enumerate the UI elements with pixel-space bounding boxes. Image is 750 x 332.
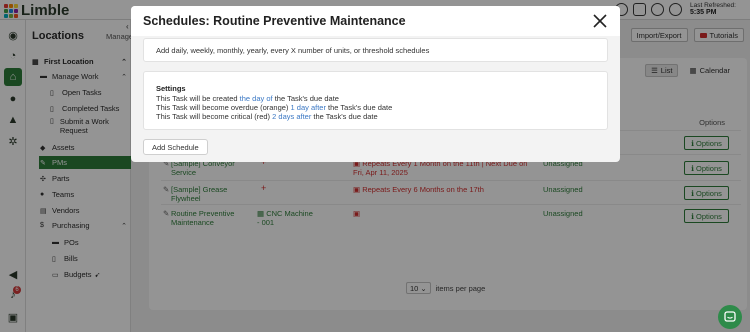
setting-text: the Task's due date bbox=[272, 94, 339, 103]
chat-button[interactable] bbox=[718, 305, 742, 329]
setting-overdue: This Task will become overdue (orange) 1… bbox=[156, 103, 392, 112]
overdue-timing-link[interactable]: 1 day after bbox=[291, 103, 326, 112]
setting-text: the Task's due date bbox=[325, 103, 393, 112]
setting-text: This Task will become critical (red) bbox=[156, 112, 273, 121]
created-timing-link[interactable]: the day of bbox=[240, 94, 273, 103]
setting-created: This Task will be created the day of the… bbox=[156, 94, 339, 103]
setting-text: This Task will be created bbox=[156, 94, 240, 103]
description-box: Add daily, weekly, monthly, yearly, ever… bbox=[143, 38, 608, 62]
setting-text: This Task will become overdue (orange) bbox=[156, 103, 291, 112]
close-icon[interactable] bbox=[592, 13, 608, 29]
modal-header: Schedules: Routine Preventive Maintenanc… bbox=[131, 6, 620, 36]
setting-text: the Task's due date bbox=[311, 112, 378, 121]
modal-description: Add daily, weekly, monthly, yearly, ever… bbox=[156, 46, 430, 55]
schedules-modal: Schedules: Routine Preventive Maintenanc… bbox=[131, 6, 620, 162]
settings-title: Settings bbox=[156, 84, 186, 93]
add-schedule-button[interactable]: Add Schedule bbox=[143, 139, 208, 155]
settings-box: Settings This Task will be created the d… bbox=[143, 71, 608, 130]
critical-timing-link[interactable]: 2 days after bbox=[272, 112, 311, 121]
modal-title: Schedules: Routine Preventive Maintenanc… bbox=[143, 14, 406, 28]
setting-critical: This Task will become critical (red) 2 d… bbox=[156, 112, 378, 121]
chat-icon bbox=[724, 311, 736, 322]
